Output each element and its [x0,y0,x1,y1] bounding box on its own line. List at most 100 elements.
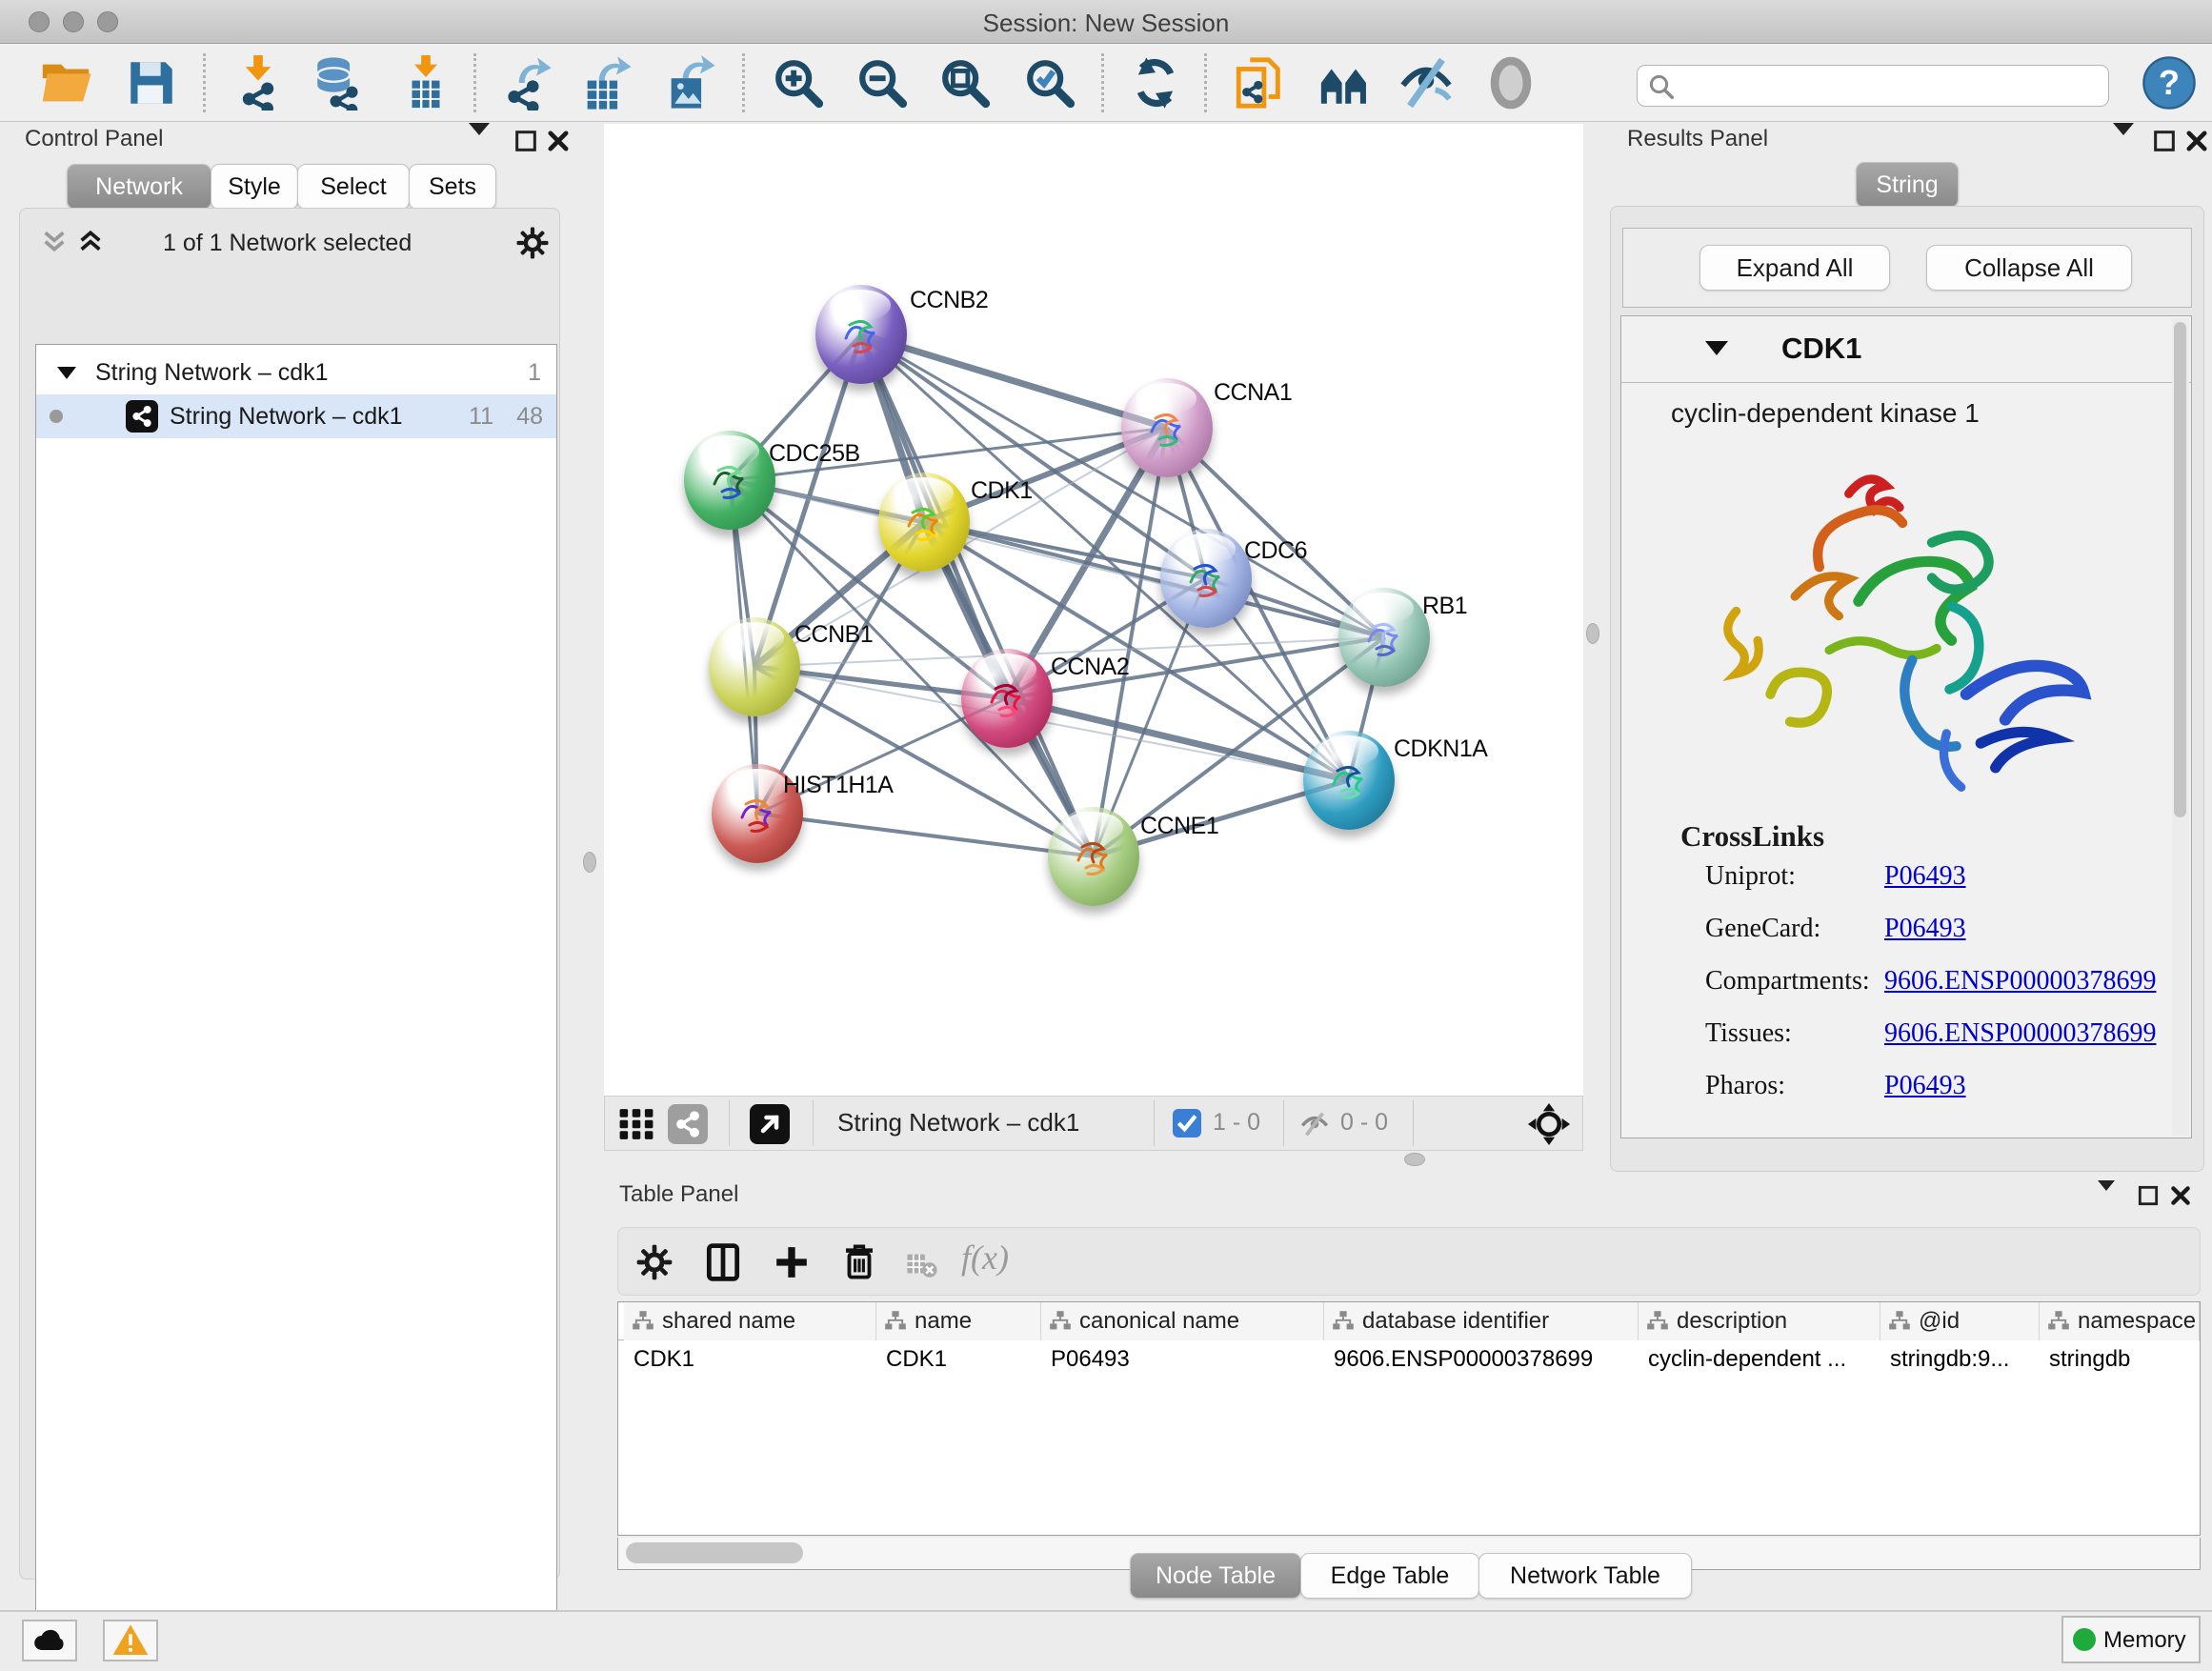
control-panel-menu-icon[interactable] [469,135,490,152]
full-net-search-icon[interactable] [1317,55,1372,111]
save-session-icon[interactable] [124,55,179,111]
crosslink-link[interactable]: P06493 [1884,914,1966,944]
tab-node-table[interactable]: Node Table [1130,1553,1301,1599]
node-label-CCNA2[interactable]: CCNA2 [1051,654,1129,681]
table-gear-icon[interactable] [635,1243,674,1281]
network-collection-row[interactable]: String Network – cdk1 1 [36,351,556,394]
expand-all-button[interactable]: Expand All [1699,245,1890,291]
control-panel-close-icon[interactable] [545,128,572,154]
node-label-RB1[interactable]: RB1 [1422,593,1467,620]
node-label-CCNB1[interactable]: CCNB1 [794,621,873,649]
export-image-icon[interactable] [662,55,717,111]
table-cell[interactable]: P06493 [1051,1340,1320,1379]
table-hscrollbar-thumb[interactable] [626,1542,803,1563]
hidden-eye-icon[interactable] [1298,1108,1331,1140]
collapse-all-networks-icon[interactable] [39,228,70,258]
table-cell[interactable]: stringdb:9... [1890,1340,2036,1379]
refresh-icon[interactable] [1128,55,1183,111]
zoom-in-icon[interactable] [771,55,826,111]
network-node-CCNB2[interactable] [815,285,907,384]
network-canvas[interactable]: CCNB2 CCNA1 CDC25B CDK1 CDC6 RB1 CCNB1 CCNA2 CDK… [604,124,1583,1096]
network-node-RB1[interactable] [1338,588,1430,687]
selected-checkbox-icon[interactable] [1173,1109,1201,1137]
import-network-icon[interactable] [231,55,286,111]
import-table-icon[interactable] [398,55,453,111]
network-row-selected[interactable]: String Network – cdk1 11 48 [36,394,556,438]
network-node-CDK1[interactable] [878,473,970,572]
memory-button[interactable]: Memory [2061,1616,2201,1663]
search-input[interactable] [1681,69,2101,103]
node-label-CCNB2[interactable]: CCNB2 [910,287,988,314]
expand-all-networks-icon[interactable] [75,228,106,258]
results-scrollbar-thumb[interactable] [2174,322,2186,817]
node-label-CCNA1[interactable]: CCNA1 [1214,379,1292,407]
zoom-out-icon[interactable] [855,55,910,111]
splitter-handle[interactable] [583,852,596,873]
table-cell[interactable]: 9606.ENSP00000378699 [1334,1340,1635,1379]
table-panel-close-icon[interactable] [2168,1183,2193,1208]
zoom-selected-icon[interactable] [1022,55,1077,111]
network-options-gear-icon[interactable] [515,226,550,260]
tab-string[interactable]: String [1856,162,1959,208]
add-column-icon[interactable] [773,1243,811,1281]
network-node-CCNA2[interactable] [961,649,1053,748]
collection-disclosure-icon[interactable] [57,367,76,379]
tab-network-table[interactable]: Network Table [1478,1553,1692,1599]
results-panel-close-icon[interactable] [2183,128,2210,154]
node-label-CDC6[interactable]: CDC6 [1244,537,1307,565]
tab-network[interactable]: Network [67,164,211,210]
collapse-all-button[interactable]: Collapse All [1926,245,2132,291]
zoom-fit-icon[interactable] [937,55,993,111]
export-network-icon[interactable] [498,55,553,111]
network-node-CDC6[interactable] [1160,529,1252,628]
network-node-CCNA1[interactable] [1121,378,1213,477]
crosslink-link[interactable]: 9606.ENSP00000378699 [1884,966,2156,997]
open-session-icon[interactable] [38,55,93,111]
grid-view-icon[interactable] [618,1106,654,1142]
table-cell[interactable]: CDK1 [886,1340,1037,1379]
results-scrollbar[interactable] [2172,318,2189,1136]
network-node-CDC25B[interactable] [684,431,775,530]
warnings-button[interactable] [103,1620,158,1661]
results-panel-menu-icon[interactable] [2113,135,2134,152]
network-node-CCNE1[interactable] [1048,807,1139,906]
tab-style[interactable]: Style [211,164,298,210]
gene-disclosure-icon[interactable] [1705,341,1728,355]
node-label-CDK1[interactable]: CDK1 [971,477,1033,505]
table-cell[interactable]: CDK1 [633,1340,873,1379]
network-node-CCNB1[interactable] [709,617,800,716]
automation-cloud-button[interactable] [22,1620,77,1661]
select-columns-icon[interactable] [702,1241,744,1283]
birdseye-view-icon[interactable] [1527,1102,1571,1146]
crosslink-link[interactable]: P06493 [1884,1071,1966,1101]
control-panel-float-icon[interactable] [513,128,539,154]
network-share-view-icon[interactable] [668,1104,708,1144]
clone-network-icon[interactable] [1232,55,1287,111]
detach-view-icon[interactable] [750,1104,790,1144]
node-label-CDC25B[interactable]: CDC25B [769,440,860,468]
export-table-icon[interactable] [578,55,633,111]
tab-edge-table[interactable]: Edge Table [1300,1553,1479,1599]
node-label-HIST1H1A[interactable]: HIST1H1A [783,772,893,799]
import-database-icon[interactable] [311,55,366,111]
splitter-handle[interactable] [1586,623,1599,644]
tab-sets[interactable]: Sets [409,164,496,210]
table-panel-menu-icon[interactable] [2098,1191,2115,1208]
network-node-CDKN1A[interactable] [1303,731,1395,830]
table-cell[interactable]: cyclin-dependent ... [1648,1340,1877,1379]
delete-column-trash-icon[interactable] [839,1241,879,1281]
table-panel-float-icon[interactable] [2136,1183,2161,1208]
results-panel-float-icon[interactable] [2151,128,2178,154]
node-label-CCNE1[interactable]: CCNE1 [1140,813,1218,840]
search-field [1637,65,2109,107]
hide-panel-eye-icon[interactable] [1398,55,1454,111]
crosslink-link[interactable]: 9606.ENSP00000378699 [1884,1018,2156,1049]
node-label-CDKN1A[interactable]: CDKN1A [1394,735,1487,763]
splitter-handle[interactable] [1404,1153,1425,1166]
gene-header[interactable]: CDK1 [1621,316,2191,383]
crosslink-link[interactable]: P06493 [1884,861,1966,892]
tab-select[interactable]: Select [297,164,410,210]
show-eye-icon[interactable] [1483,55,1538,111]
table-cell[interactable]: stringdb [2049,1340,2196,1379]
help-icon[interactable]: ? [2142,55,2197,111]
